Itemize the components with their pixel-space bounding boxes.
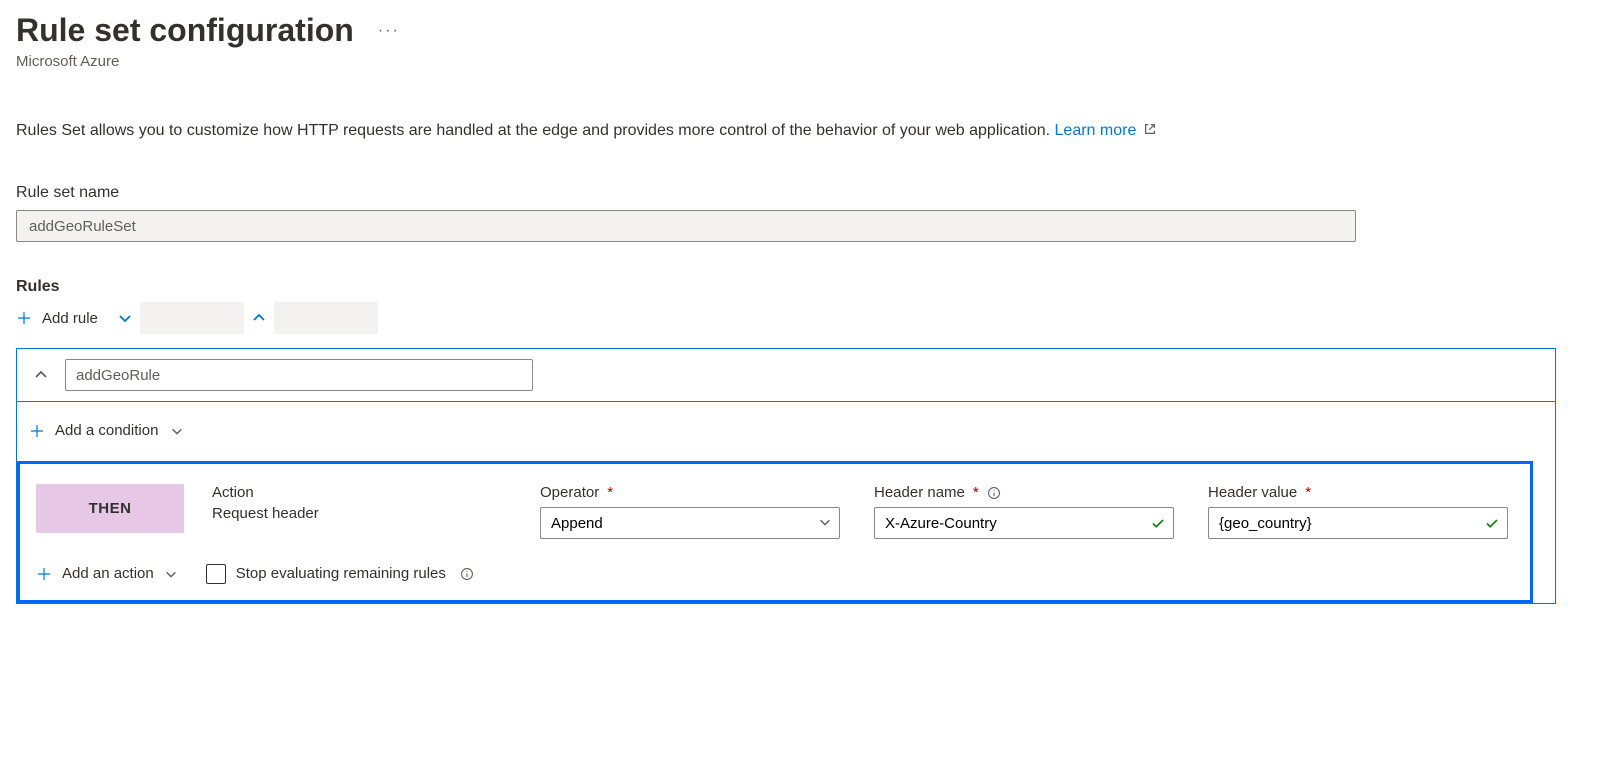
header-name-label-text: Header name — [874, 484, 965, 501]
header-value-input[interactable] — [1208, 507, 1508, 539]
required-indicator: * — [1305, 484, 1311, 501]
rule-set-name-label: Rule set name — [16, 184, 1587, 202]
chevron-down-icon — [170, 424, 184, 438]
learn-more-label: Learn more — [1055, 122, 1137, 139]
collapse-rule-button[interactable] — [29, 363, 53, 387]
add-condition-label: Add a condition — [55, 422, 158, 439]
header-name-input[interactable] — [874, 507, 1174, 539]
description-text: Rules Set allows you to customize how HT… — [16, 122, 1587, 140]
rules-heading: Rules — [16, 278, 1587, 296]
stop-evaluating-checkbox[interactable] — [206, 564, 226, 584]
page-subtitle: Microsoft Azure — [16, 53, 1587, 70]
plus-icon — [36, 566, 52, 582]
move-down-order-input[interactable] — [140, 302, 244, 334]
required-indicator: * — [973, 484, 979, 501]
header-value-label: Header value * — [1208, 484, 1514, 501]
learn-more-link[interactable]: Learn more — [1055, 122, 1157, 139]
rule-name-input[interactable] — [65, 359, 533, 391]
external-link-icon — [1143, 122, 1157, 136]
add-action-label: Add an action — [62, 565, 154, 582]
action-label: Action — [212, 484, 512, 501]
move-up-button[interactable] — [248, 307, 270, 329]
more-options-button[interactable]: ··· — [378, 22, 400, 40]
plus-icon — [29, 423, 45, 439]
operator-select[interactable]: Append — [540, 507, 840, 539]
add-condition-button[interactable]: Add a condition — [29, 418, 184, 443]
rule-card: Add a condition THEN Action Request head… — [16, 348, 1556, 604]
then-block: THEN Action Request header Operator * Ap… — [17, 461, 1533, 603]
add-rule-label: Add rule — [42, 310, 98, 327]
chevron-down-icon — [164, 567, 178, 581]
operator-label: Operator * — [540, 484, 846, 501]
rule-set-name-input[interactable] — [16, 210, 1356, 242]
header-value-label-text: Header value — [1208, 484, 1297, 501]
plus-icon — [16, 310, 32, 326]
add-rule-button[interactable]: Add rule — [16, 306, 98, 331]
header-name-label: Header name * — [874, 484, 1180, 501]
operator-label-text: Operator — [540, 484, 599, 501]
then-badge: THEN — [36, 484, 184, 533]
required-indicator: * — [607, 484, 613, 501]
move-down-button[interactable] — [114, 307, 136, 329]
description-body: Rules Set allows you to customize how HT… — [16, 122, 1055, 139]
add-action-button[interactable]: Add an action — [36, 561, 178, 586]
stop-evaluating-label: Stop evaluating remaining rules — [236, 565, 446, 582]
info-icon[interactable] — [460, 567, 474, 581]
info-icon[interactable] — [987, 486, 1001, 500]
page-title: Rule set configuration — [16, 12, 354, 49]
action-value: Request header — [212, 505, 319, 522]
move-up-order-input[interactable] — [274, 302, 378, 334]
